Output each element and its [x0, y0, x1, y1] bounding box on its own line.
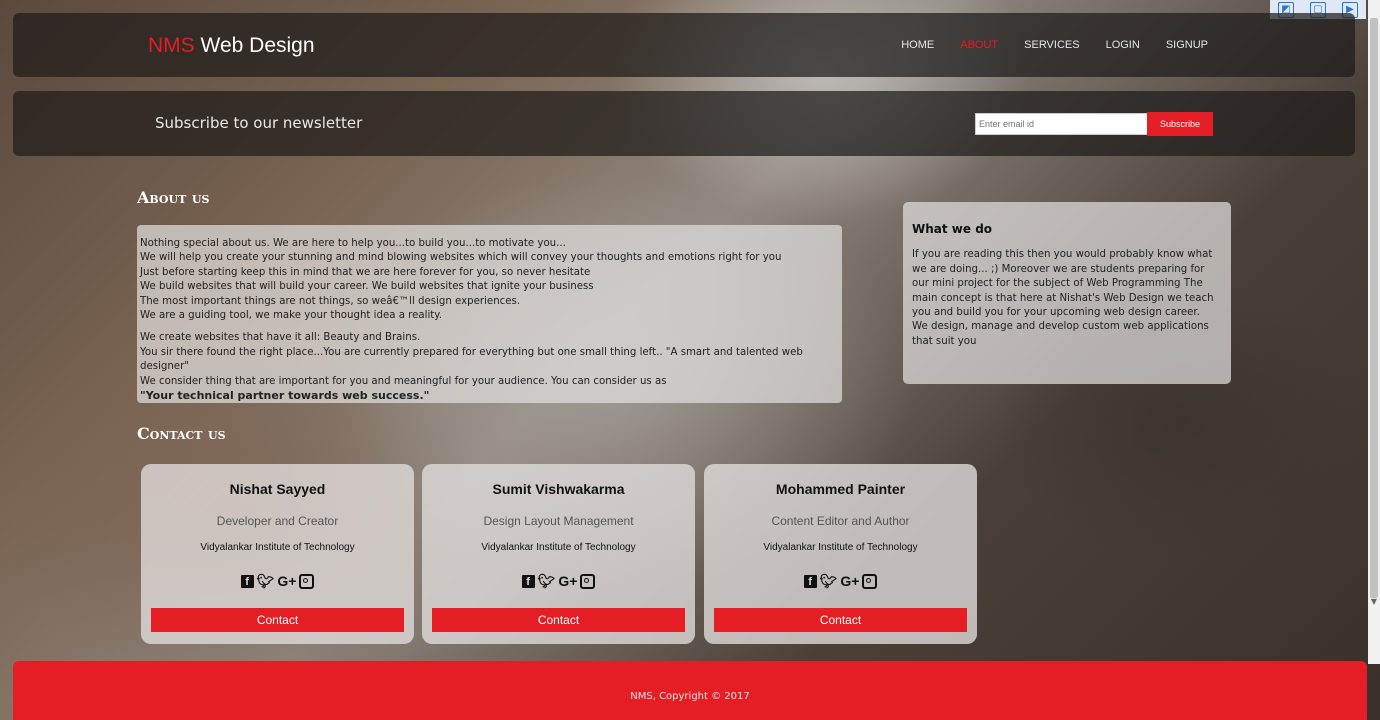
instagram-icon[interactable]: [862, 574, 878, 589]
social-links: f 🐦︎ G+: [141, 573, 414, 590]
about-line: We will help you create your stunning an…: [140, 252, 782, 264]
about-line: Nothing special about us. We are here to…: [140, 238, 566, 249]
card-name: Mohammed Painter: [775, 481, 906, 497]
instagram-icon[interactable]: [580, 574, 596, 589]
instagram-icon[interactable]: [299, 574, 315, 589]
contact-card: Sumit Vishwakarma Design Layout Manageme…: [422, 464, 695, 644]
scroll-down-icon[interactable]: ▼: [1370, 598, 1378, 606]
navbar: NMS Web Design HOME ABOUT SERVICES LOGIN…: [13, 13, 1355, 77]
twitter-icon[interactable]: 🐦︎: [820, 573, 838, 590]
subscribe-button[interactable]: Subscribe: [1147, 112, 1213, 136]
scrollbar[interactable]: ▼: [1368, 0, 1380, 664]
newsletter-title: Subscribe to our newsletter: [155, 114, 363, 132]
brand-accent: NMS: [148, 34, 195, 57]
social-links: f 🐦︎ G+: [704, 573, 977, 590]
contact-title: Contact us: [137, 424, 226, 443]
contact-button[interactable]: Contact: [432, 608, 685, 632]
about-line: You sir there found the right place...Yo…: [140, 346, 803, 373]
facebook-icon[interactable]: f: [240, 575, 254, 588]
nav-services[interactable]: SERVICES: [1024, 39, 1079, 51]
footer-copyright: NMS, Copyright © 2017: [630, 691, 750, 702]
what-we-do-text-2: We design, manage and develop custom web…: [912, 321, 1209, 347]
email-input[interactable]: [975, 113, 1149, 135]
social-links: f 🐦︎ G+: [422, 573, 695, 590]
card-role: Design Layout Management: [483, 514, 634, 528]
nav-signup[interactable]: SIGNUP: [1166, 39, 1208, 51]
about-line: We consider thing that are important for…: [140, 375, 667, 387]
brand-text: Web Design: [200, 34, 315, 57]
about-line: The most important things are not things…: [140, 295, 521, 307]
twitter-icon[interactable]: 🐦︎: [538, 573, 556, 590]
nav-menu: HOME ABOUT SERVICES LOGIN SIGNUP: [875, 39, 1208, 51]
about-tagline: "Your technical partner towards web succ…: [140, 389, 430, 403]
google-plus-icon[interactable]: G+: [558, 573, 577, 590]
contact-card: Nishat Sayyed Developer and Creator Vidy…: [141, 464, 414, 644]
contact-button[interactable]: Contact: [151, 608, 404, 632]
brand-logo[interactable]: NMS Web Design: [148, 34, 315, 58]
nav-home[interactable]: HOME: [901, 39, 934, 51]
nav-about[interactable]: ABOUT: [960, 39, 998, 51]
about-line: We create websites that have it all: Bea…: [140, 332, 421, 344]
card-name: Sumit Vishwakarma: [492, 481, 625, 497]
card-institute: Vidyalankar Institute of Technology: [200, 542, 355, 553]
newsletter-bar: Subscribe to our newsletter Subscribe: [13, 91, 1355, 156]
contact-button[interactable]: Contact: [714, 608, 967, 632]
about-line: Just before starting keep this in mind t…: [140, 266, 591, 278]
nav-login[interactable]: LOGIN: [1106, 39, 1140, 51]
what-we-do-title: What we do: [912, 222, 993, 236]
about-title: About us: [137, 188, 210, 207]
google-plus-icon[interactable]: G+: [840, 573, 859, 590]
footer: NMS, Copyright © 2017: [13, 661, 1367, 720]
card-role: Content Editor and Author: [771, 514, 910, 528]
card-role: Developer and Creator: [216, 514, 339, 528]
about-panel: Nothing special about us. We are here to…: [137, 225, 842, 403]
facebook-icon[interactable]: f: [803, 575, 817, 588]
facebook-icon[interactable]: f: [521, 575, 535, 588]
card-institute: Vidyalankar Institute of Technology: [481, 542, 636, 553]
scrollbar-thumb[interactable]: [1370, 18, 1378, 598]
contact-card: Mohammed Painter Content Editor and Auth…: [704, 464, 977, 644]
what-we-do-text: If you are reading this then you would p…: [912, 249, 1214, 319]
about-line: We are a guiding tool, we make your thou…: [140, 310, 443, 322]
card-name: Nishat Sayyed: [229, 481, 326, 497]
what-we-do-panel: What we do If you are reading this then …: [903, 202, 1231, 384]
about-line: We build websites that will build your c…: [140, 281, 594, 293]
twitter-icon[interactable]: 🐦︎: [257, 573, 275, 590]
card-institute: Vidyalankar Institute of Technology: [763, 542, 918, 553]
google-plus-icon[interactable]: G+: [277, 573, 296, 590]
